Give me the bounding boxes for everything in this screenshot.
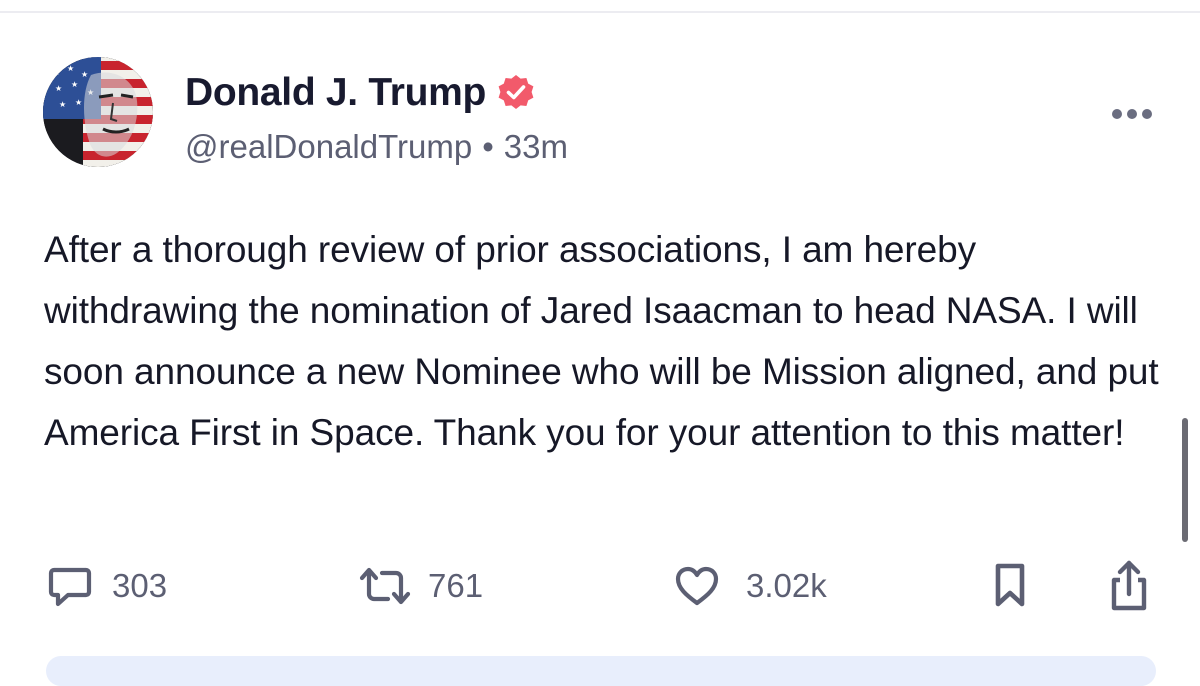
author-handle[interactable]: @realDonaldTrump bbox=[185, 128, 472, 165]
heart-icon bbox=[672, 562, 722, 610]
post-timestamp[interactable]: 33m bbox=[504, 128, 568, 165]
repost-icon bbox=[356, 562, 414, 610]
author-meta: @realDonaldTrump • 33m bbox=[185, 126, 568, 168]
next-card-edge bbox=[46, 656, 1156, 686]
like-count: 3.02k bbox=[746, 567, 827, 604]
like-button[interactable]: 3.02k bbox=[672, 556, 827, 616]
svg-text:★: ★ bbox=[81, 70, 88, 79]
svg-text:★: ★ bbox=[67, 64, 74, 73]
author-name-row: Donald J. Trump bbox=[185, 68, 536, 118]
author-display-name[interactable]: Donald J. Trump bbox=[185, 68, 486, 118]
avatar-image: ★ ★ ★ ★ ★ ★ ★ ★ bbox=[43, 57, 153, 167]
post-card: ★ ★ ★ ★ ★ ★ ★ ★ Donald J. Trump @ bbox=[0, 0, 1200, 686]
svg-text:★: ★ bbox=[75, 98, 82, 107]
share-button[interactable] bbox=[1106, 556, 1152, 616]
scrollbar-thumb[interactable] bbox=[1182, 418, 1188, 542]
post-body-text: After a thorough review of prior associa… bbox=[44, 229, 1159, 453]
svg-text:★: ★ bbox=[55, 84, 62, 93]
svg-text:★: ★ bbox=[53, 68, 60, 77]
post-actions-bar: 303 761 3.02k bbox=[0, 556, 1200, 616]
bookmark-icon bbox=[988, 560, 1032, 612]
repost-button[interactable]: 761 bbox=[356, 556, 483, 616]
reply-count: 303 bbox=[112, 567, 168, 604]
reply-button[interactable]: 303 bbox=[46, 556, 167, 616]
verified-badge-icon bbox=[496, 73, 536, 113]
meta-separator: • bbox=[482, 128, 494, 165]
share-icon bbox=[1106, 558, 1152, 614]
comment-icon bbox=[46, 562, 94, 610]
svg-text:★: ★ bbox=[71, 80, 78, 89]
svg-text:★: ★ bbox=[59, 100, 66, 109]
repost-count: 761 bbox=[428, 567, 484, 604]
avatar[interactable]: ★ ★ ★ ★ ★ ★ ★ ★ bbox=[43, 57, 153, 167]
more-dots-icon[interactable] bbox=[1110, 106, 1154, 122]
bookmark-button[interactable] bbox=[988, 556, 1032, 616]
